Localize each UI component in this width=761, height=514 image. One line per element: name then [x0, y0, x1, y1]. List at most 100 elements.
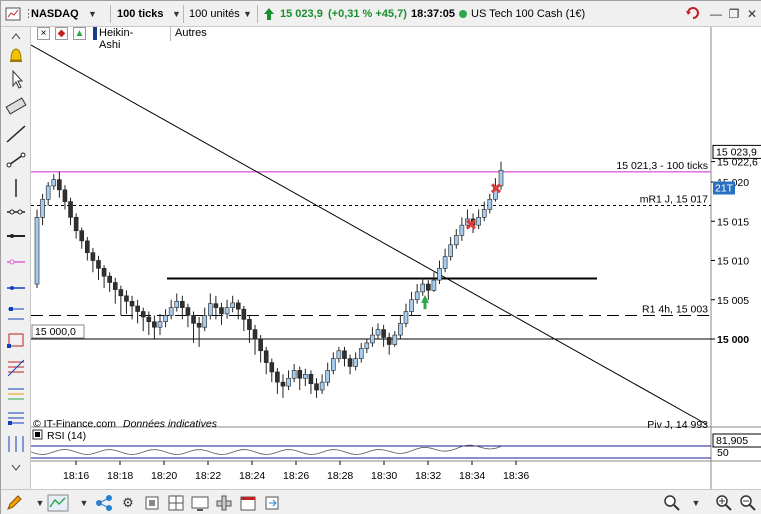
horizontal-line-tool-icon[interactable] — [4, 225, 28, 247]
layers-icon[interactable] — [141, 493, 163, 513]
chart-type-button[interactable]: Heikin-Ashi — [99, 27, 133, 51]
bell-alert-icon[interactable] — [4, 44, 28, 66]
period-selector[interactable]: 100 ticks ▼ — [117, 4, 183, 24]
calendar-icon[interactable] — [237, 493, 259, 513]
candle-body[interactable] — [431, 279, 437, 291]
pink-line-tool-icon[interactable] — [4, 251, 28, 273]
candle-body[interactable] — [330, 358, 336, 371]
candle-body[interactable] — [459, 224, 465, 236]
candle-body[interactable] — [157, 321, 163, 328]
candle-body[interactable] — [386, 337, 392, 345]
candle-body[interactable] — [57, 179, 62, 191]
candle-body[interactable] — [252, 329, 258, 340]
collapse-icon[interactable] — [4, 461, 28, 483]
candle-body[interactable] — [258, 338, 263, 352]
settings-icon[interactable]: ⚙ — [117, 493, 139, 513]
zoom-in-icon[interactable] — [713, 493, 735, 513]
period-tool-icon[interactable] — [4, 433, 28, 455]
candle-body[interactable] — [34, 217, 40, 285]
chart-area[interactable]: 15 021,3 - 100 ticks mR1 J, 15 017 R1 4h, … — [31, 27, 761, 489]
candle-body[interactable] — [291, 370, 297, 379]
others-button[interactable]: Autres — [175, 27, 207, 39]
candle-body[interactable] — [107, 275, 112, 283]
candle-body[interactable] — [347, 358, 353, 367]
candle-body[interactable] — [118, 289, 124, 297]
close-chart-icon[interactable]: × — [37, 27, 50, 40]
candle-body[interactable] — [437, 268, 442, 281]
candle-body[interactable] — [370, 334, 375, 344]
ruler-icon[interactable] — [4, 95, 28, 117]
candle-body[interactable] — [101, 268, 107, 277]
red-arrow-icon[interactable]: ◆ — [55, 27, 68, 40]
candle-body[interactable] — [68, 201, 73, 218]
candle-body[interactable] — [280, 381, 286, 387]
candle-body[interactable] — [358, 348, 364, 359]
fibonacci-fan-tool-icon[interactable] — [4, 383, 28, 405]
trendline-tool-icon[interactable] — [4, 123, 28, 145]
candle-body[interactable] — [135, 305, 140, 312]
minimize-icon[interactable]: — — [707, 5, 725, 23]
candle-body[interactable] — [269, 362, 275, 373]
export-icon[interactable] — [261, 493, 283, 513]
candle-body[interactable] — [263, 350, 269, 363]
candle-body[interactable] — [152, 321, 157, 328]
candle-body[interactable] — [487, 198, 493, 210]
candle-body[interactable] — [51, 179, 57, 187]
candle-body[interactable] — [230, 302, 235, 308]
trendline[interactable] — [31, 44, 707, 425]
candle-body[interactable] — [353, 358, 358, 367]
share-icon[interactable] — [93, 493, 115, 513]
pointer-icon[interactable] — [4, 68, 28, 90]
candle-body[interactable] — [112, 282, 118, 290]
candle-body[interactable] — [96, 260, 101, 269]
blue-line-tool-icon[interactable] — [4, 277, 28, 299]
rectangle-tool-icon[interactable] — [4, 329, 28, 351]
candle-body[interactable] — [319, 381, 325, 391]
refresh-icon[interactable] — [684, 5, 702, 23]
chart-window-icon[interactable] — [5, 4, 21, 24]
candle-body[interactable] — [79, 230, 85, 242]
candle-body[interactable] — [202, 315, 208, 328]
grid-icon[interactable] — [165, 493, 187, 513]
candle-body[interactable] — [247, 319, 252, 330]
candle-body[interactable] — [414, 291, 420, 301]
chart-canvas[interactable]: 15 021,3 - 100 ticks mR1 J, 15 017 R1 4h, … — [31, 27, 761, 489]
candle-body[interactable] — [336, 350, 342, 359]
candle-body[interactable] — [403, 311, 409, 324]
candle-body[interactable] — [191, 315, 196, 324]
pencil-icon[interactable] — [3, 493, 25, 513]
channel-tool-icon[interactable] — [4, 303, 28, 325]
candle-body[interactable] — [303, 374, 308, 379]
candle-body[interactable] — [185, 307, 191, 316]
gann-tool-icon[interactable] — [4, 407, 28, 429]
chart-style-icon[interactable] — [47, 493, 69, 513]
candle-body[interactable] — [90, 252, 96, 261]
candle-body[interactable] — [174, 301, 180, 308]
candle-body[interactable] — [40, 198, 45, 218]
candle-body[interactable] — [129, 301, 135, 307]
candle-body[interactable] — [213, 303, 219, 308]
chevron-down-icon[interactable]: ▼ — [73, 493, 95, 513]
candle-body[interactable] — [420, 283, 426, 293]
candle-body[interactable] — [275, 371, 280, 383]
units-selector[interactable]: 100 unités ▼ — [189, 4, 253, 24]
candle-body[interactable] — [163, 315, 168, 323]
candle-body[interactable] — [308, 374, 314, 385]
candle-body[interactable] — [62, 189, 68, 202]
candle-body[interactable] — [180, 301, 185, 308]
candle-body[interactable] — [342, 350, 347, 359]
candle-body[interactable] — [453, 235, 459, 246]
screen-icon[interactable] — [189, 493, 211, 513]
instrument-selector[interactable]: NASDAQ ▼ — [31, 4, 97, 24]
candle-body[interactable] — [241, 308, 247, 320]
candle-body[interactable] — [476, 217, 481, 226]
candle-body[interactable] — [398, 322, 403, 336]
candle-body[interactable] — [325, 370, 330, 383]
vertical-line-tool-icon[interactable] — [4, 177, 28, 199]
segment-tool-icon[interactable] — [4, 149, 28, 171]
green-arrow-icon[interactable]: ▲ — [73, 27, 86, 40]
candle-body[interactable] — [498, 169, 504, 187]
chevron-down-icon[interactable]: ▼ — [685, 493, 707, 513]
candle-body[interactable] — [219, 307, 224, 315]
candle-body[interactable] — [146, 316, 152, 323]
